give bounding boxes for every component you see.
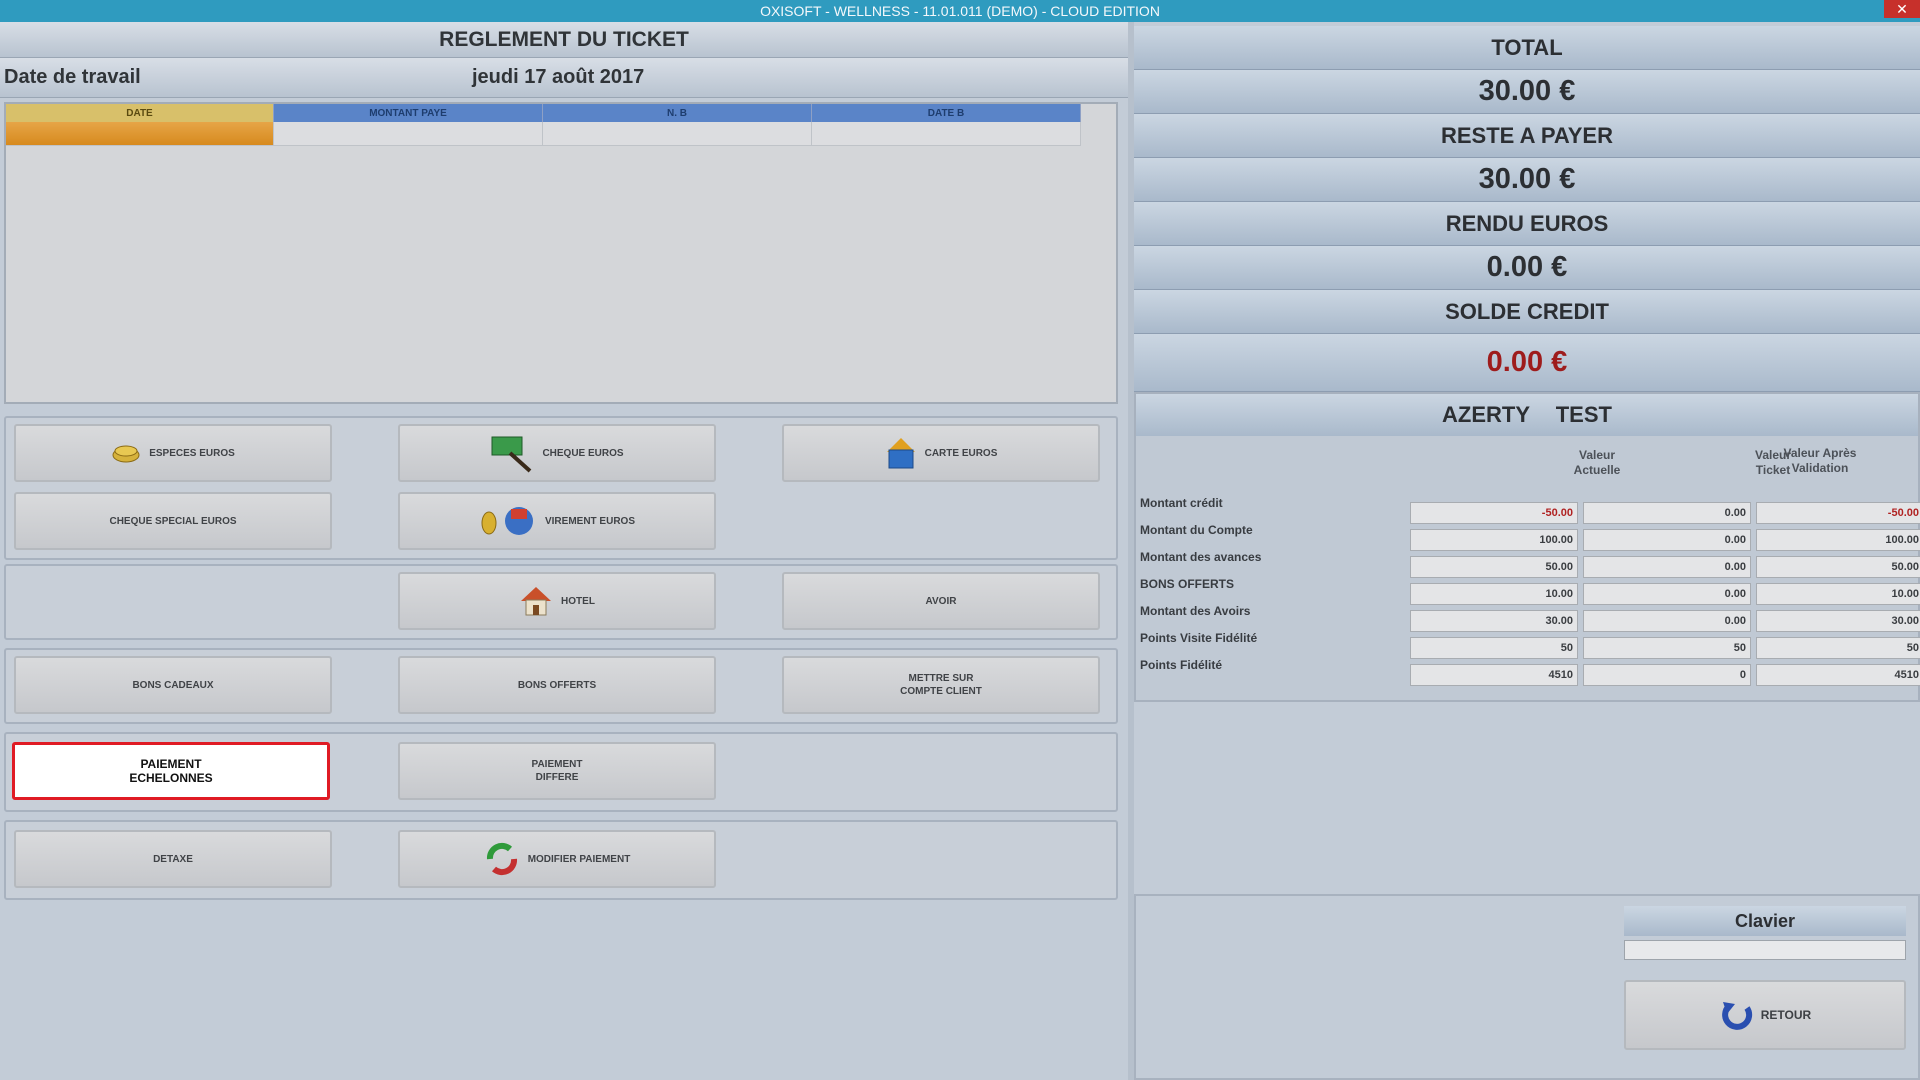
col-header-actuelle: Valeur Actuelle (1573, 448, 1621, 477)
col-header-apres-label: Valeur Après Validation (1783, 446, 1857, 475)
client-value-field: 0.00 (1583, 529, 1751, 551)
solde-label: SOLDE CREDIT (1134, 290, 1920, 334)
client-value-field: 0.00 (1583, 610, 1751, 632)
cash-icon (111, 442, 141, 464)
retour-button[interactable]: RETOUR (1624, 980, 1906, 1050)
rendu-value: 0.00 € (1134, 246, 1920, 290)
total-label: TOTAL (1134, 26, 1920, 70)
carte-button[interactable]: CARTE EUROS (782, 424, 1100, 482)
cheque-icon (490, 433, 534, 473)
client-row-label: Montant des avances (1140, 550, 1262, 564)
window-titlebar: OXISOFT - WELLNESS - 11.01.011 (DEMO) - … (0, 0, 1920, 22)
cheque-button[interactable]: CHEQUE EUROS (398, 424, 716, 482)
client-value-field: 50 (1410, 637, 1578, 659)
bons-group: BONS CADEAUX BONS OFFERTS METTRE SUR COM… (4, 648, 1118, 724)
client-value-field: 50 (1756, 637, 1920, 659)
client-value-field: 100.00 (1756, 529, 1920, 551)
grid-cell[interactable] (543, 122, 812, 146)
client-value-field: 50 (1583, 637, 1751, 659)
card-icon (885, 436, 917, 470)
grid-col-date[interactable]: DATE (6, 104, 274, 122)
detaxe-button[interactable]: DETAXE (14, 830, 332, 888)
page-title: REGLEMENT DU TICKET (0, 22, 1128, 58)
client-value-field: 10.00 (1410, 583, 1578, 605)
avoir-button[interactable]: AVOIR (782, 572, 1100, 630)
hotel-button[interactable]: HOTEL (398, 572, 716, 630)
modifier-paiement-button[interactable]: MODIFIER PAIEMENT (398, 830, 716, 888)
bons-offerts-button[interactable]: BONS OFFERTS (398, 656, 716, 714)
client-value-field: 0.00 (1583, 556, 1751, 578)
reste-label: RESTE A PAYER (1134, 114, 1920, 158)
especes-button[interactable]: ESPECES EUROS (14, 424, 332, 482)
table-row[interactable] (6, 122, 1081, 146)
client-name: AZERTY TEST (1136, 394, 1918, 436)
client-row-label: Montant du Compte (1140, 523, 1253, 537)
client-value-field: 50.00 (1410, 556, 1578, 578)
grid-col-montant[interactable]: MONTANT PAYE (274, 104, 543, 122)
refresh-icon (484, 841, 520, 877)
solde-value: 0.00 € (1134, 334, 1920, 392)
client-row-label: Points Fidélité (1140, 658, 1223, 672)
paiement-group: PAIEMENT ECHELONNES PAIEMENT DIFFERE (4, 732, 1118, 812)
payments-grid[interactable]: DATE MONTANT PAYE N. B DATE B (4, 102, 1118, 404)
client-value-field: -50.00 (1756, 502, 1920, 524)
hotel-avoir-group: HOTEL AVOIR (4, 564, 1118, 640)
client-row-label: Points Visite Fidélité (1140, 631, 1258, 645)
virement-button[interactable]: VIREMENT EUROS (398, 492, 716, 550)
transfer-icon (479, 503, 537, 539)
client-row-label: BONS OFFERTS (1140, 577, 1235, 591)
rendu-label: RENDU EUROS (1134, 202, 1920, 246)
client-value-field: 4510 (1410, 664, 1578, 686)
client-row-label: Montant crédit (1140, 496, 1223, 510)
grid-cell[interactable] (812, 122, 1081, 146)
client-value-field: 4510 (1756, 664, 1920, 686)
reste-value: 30.00 € (1134, 158, 1920, 202)
client-value-field: 0.00 (1583, 583, 1751, 605)
client-value-field: 0 (1583, 664, 1751, 686)
back-icon (1719, 1000, 1753, 1030)
total-value: 30.00 € (1134, 70, 1920, 114)
client-value-field: 0.00 (1583, 502, 1751, 524)
client-value-field: -50.00 (1410, 502, 1578, 524)
grid-cell[interactable] (6, 122, 274, 146)
client-value-field: 30.00 (1410, 610, 1578, 632)
client-value-field: 10.00 (1756, 583, 1920, 605)
work-date-label: Date de travail (4, 66, 141, 88)
close-icon[interactable]: ✕ (1884, 0, 1920, 18)
paiement-echelonnes-button[interactable]: PAIEMENT ECHELONNES (12, 742, 330, 800)
client-info-panel: AZERTY TEST Valeur Actuelle Valeur Ticke… (1134, 392, 1920, 702)
work-date-value: jeudi 17 août 2017 (472, 66, 645, 88)
client-value-field: 30.00 (1756, 610, 1920, 632)
clavier-input[interactable] (1624, 940, 1906, 960)
house-icon (519, 585, 553, 617)
grid-col-dateb[interactable]: DATE B (812, 104, 1081, 122)
work-date-bar: Date de travail jeudi 17 août 2017 (0, 58, 1128, 98)
window-title: OXISOFT - WELLNESS - 11.01.011 (DEMO) - … (760, 3, 1160, 19)
compte-client-button[interactable]: METTRE SUR COMPTE CLIENT (782, 656, 1100, 714)
keyboard-panel: Clavier RETOUR (1134, 894, 1920, 1080)
grid-header: DATE MONTANT PAYE N. B DATE B (6, 104, 1081, 122)
bons-cadeaux-button[interactable]: BONS CADEAUX (14, 656, 332, 714)
client-value-field: 100.00 (1410, 529, 1578, 551)
client-row-label: Montant des Avoirs (1140, 604, 1251, 618)
detaxe-group: DETAXE MODIFIER PAIEMENT (4, 820, 1118, 900)
grid-col-nb[interactable]: N. B (543, 104, 812, 122)
payment-methods-group: ESPECES EUROS CHEQUE EUROS CARTE EUROS C… (4, 416, 1118, 560)
clavier-label: Clavier (1624, 906, 1906, 936)
cheque-special-button[interactable]: CHEQUE SPECIAL EUROS (14, 492, 332, 550)
client-value-field: 50.00 (1756, 556, 1920, 578)
paiement-differe-button[interactable]: PAIEMENT DIFFERE (398, 742, 716, 800)
grid-cell[interactable] (274, 122, 543, 146)
